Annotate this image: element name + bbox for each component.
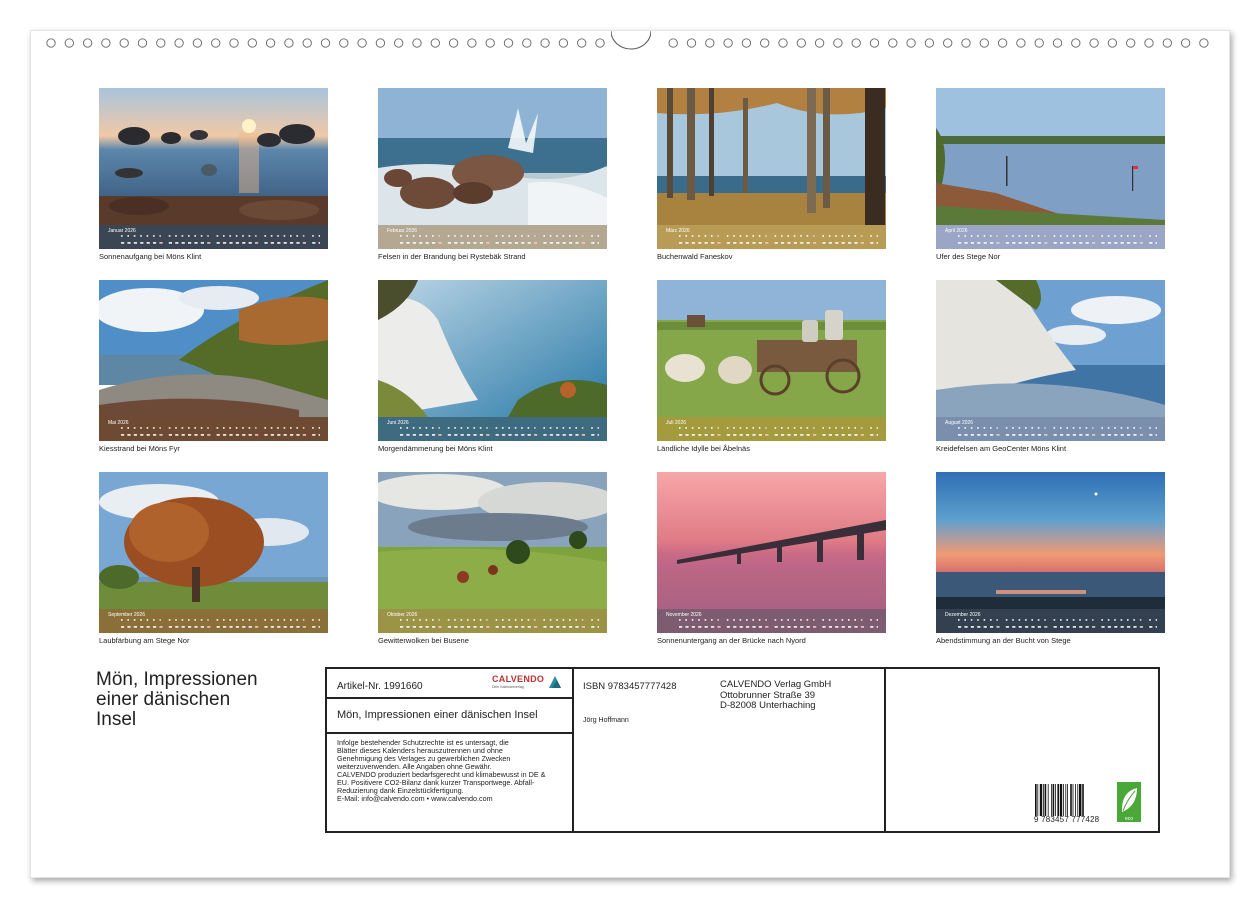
photo-caption: Abendstimmung an der Bucht von Stege bbox=[936, 636, 1165, 645]
legal-notice: Infolge bestehender Schutzrechte ist es … bbox=[337, 739, 569, 803]
calendar-strip: April 2026 bbox=[936, 225, 1165, 249]
month-card-november: November 2026 Sonnenuntergang an der Brü… bbox=[657, 472, 886, 645]
month-card-march: März 2026 Buchenwald Faneskov bbox=[657, 88, 886, 261]
calendar-title: Mön, Impressionen einer dänischen Insel bbox=[96, 670, 316, 730]
photo-november bbox=[657, 472, 886, 609]
calendar-strip: Juli 2026 bbox=[657, 417, 886, 441]
photo-caption: Laubfärbung am Stege Nor bbox=[99, 636, 328, 645]
photo-september bbox=[99, 472, 328, 609]
month-card-january: Januar 2026 Sonnenaufgang bei Möns Klint bbox=[99, 88, 328, 261]
product-title: Mön, Impressionen einer dänischen Insel bbox=[327, 699, 572, 734]
month-card-august: August 2026 Kreidefelsen am GeoCenter Mö… bbox=[936, 280, 1165, 453]
publisher-address: CALVENDO Verlag GmbH Ottobrunner Straße … bbox=[720, 680, 831, 712]
photo-caption: Gewitterwolken bei Busene bbox=[378, 636, 607, 645]
title-line: einer dänischen bbox=[96, 690, 316, 710]
isbn: ISBN 9783457777428 bbox=[583, 681, 677, 692]
calendar-strip: November 2026 bbox=[657, 609, 886, 633]
photo-june bbox=[378, 280, 607, 417]
calendar-strip: Oktober 2026 bbox=[378, 609, 607, 633]
photo-january bbox=[99, 88, 328, 225]
photo-caption: Sonnenuntergang an der Brücke nach Nyord bbox=[657, 636, 886, 645]
month-card-december: Dezember 2026 Abendstimmung an der Bucht… bbox=[936, 472, 1165, 645]
article-number: Artikel-Nr. 1991660 bbox=[337, 681, 423, 692]
month-card-may: Mai 2026 Kiesstrand bei Möns Fyr bbox=[99, 280, 328, 453]
author: Jörg Hoffmann bbox=[583, 717, 629, 724]
calendar-strip: Mai 2026 bbox=[99, 417, 328, 441]
photo-caption: Morgendämmerung bei Möns Klint bbox=[378, 444, 607, 453]
month-card-july: Juli 2026 Ländliche Idylle bei Åbelnäs bbox=[657, 280, 886, 453]
product-info-box: Artikel-Nr. 1991660 CALVENDO Dein Kalend… bbox=[325, 667, 1160, 833]
month-card-september: September 2026 Laubfärbung am Stege Nor bbox=[99, 472, 328, 645]
photo-december bbox=[936, 472, 1165, 609]
month-card-october: Oktober 2026 Gewitterwolken bei Busene bbox=[378, 472, 607, 645]
title-line: Mön, Impressionen bbox=[96, 670, 316, 690]
info-column-right: 9 783457 777428 eco bbox=[886, 669, 1158, 831]
calendar-strip: Februar 2026 bbox=[378, 225, 607, 249]
photo-caption: Ufer des Stege Nor bbox=[936, 252, 1165, 261]
publisher-line: D-82008 Unterhaching bbox=[720, 701, 831, 712]
month-card-april: April 2026 Ufer des Stege Nor bbox=[936, 88, 1165, 261]
photo-march bbox=[657, 88, 886, 225]
logo-flag-icon bbox=[548, 675, 562, 689]
calendar-strip: September 2026 bbox=[99, 609, 328, 633]
svg-text:eco: eco bbox=[1125, 816, 1133, 822]
calendar-strip: Dezember 2026 bbox=[936, 609, 1165, 633]
photo-february bbox=[378, 88, 607, 225]
month-card-february: Februar 2026 Felsen in der Brandung bei … bbox=[378, 88, 607, 261]
calendar-strip: Juni 2026 bbox=[378, 417, 607, 441]
hanger-hook bbox=[611, 31, 651, 51]
photo-may bbox=[99, 280, 328, 417]
info-column-left: Artikel-Nr. 1991660 CALVENDO Dein Kalend… bbox=[327, 669, 574, 831]
photo-caption: Sonnenaufgang bei Möns Klint bbox=[99, 252, 328, 261]
eco-leaf-icon: eco bbox=[1117, 782, 1141, 822]
photo-caption: Kreidefelsen am GeoCenter Möns Klint bbox=[936, 444, 1165, 453]
info-column-middle: ISBN 9783457777428 Jörg Hoffmann CALVEND… bbox=[574, 669, 886, 831]
photo-october bbox=[378, 472, 607, 609]
legal-line: E-Mail: info@calvendo.com • www.calvendo… bbox=[337, 795, 569, 803]
calendar-strip: Januar 2026 bbox=[99, 225, 328, 249]
photo-caption: Buchenwald Faneskov bbox=[657, 252, 886, 261]
calendar-strip: August 2026 bbox=[936, 417, 1165, 441]
calvendo-logo: CALVENDO Dein Kalenderverlag bbox=[492, 674, 562, 692]
barcode-number: 9 783457 777428 bbox=[1034, 815, 1099, 824]
article-row: Artikel-Nr. 1991660 CALVENDO Dein Kalend… bbox=[327, 669, 572, 699]
publisher-line: CALVENDO Verlag GmbH bbox=[720, 680, 831, 691]
photo-caption: Ländliche Idylle bei Åbelnäs bbox=[657, 444, 886, 453]
photo-july bbox=[657, 280, 886, 417]
title-line: Insel bbox=[96, 710, 316, 730]
photo-caption: Felsen in der Brandung bei Rystebäk Stra… bbox=[378, 252, 607, 261]
photo-april bbox=[936, 88, 1165, 225]
calendar-strip: März 2026 bbox=[657, 225, 886, 249]
photo-caption: Kiesstrand bei Möns Fyr bbox=[99, 444, 328, 453]
month-card-june: Juni 2026 Morgendämmerung bei Möns Klint bbox=[378, 280, 607, 453]
photo-august bbox=[936, 280, 1165, 417]
